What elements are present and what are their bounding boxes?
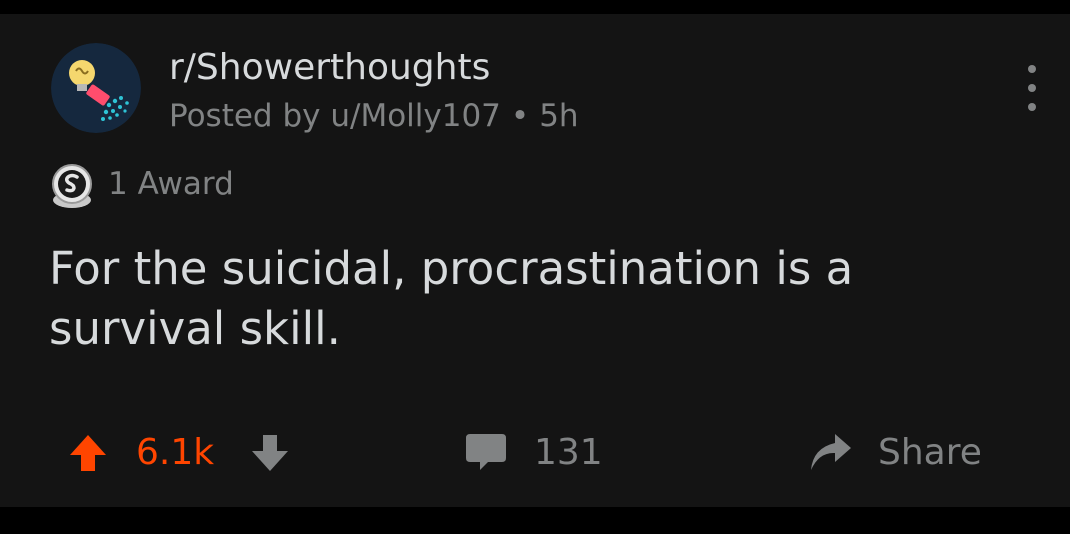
more-options-icon — [1028, 65, 1036, 73]
post-card[interactable]: r/Showerthoughts Posted by u/Molly107 • 5h… — [0, 14, 1070, 507]
downvote-arrow-icon[interactable] — [246, 429, 294, 477]
meta-separator: • — [510, 98, 530, 134]
posted-by-prefix: Posted by — [169, 98, 321, 134]
showerthoughts-avatar-icon — [51, 43, 141, 133]
more-options-dot — [1028, 103, 1036, 111]
vote-score: 6.1k — [136, 432, 215, 473]
more-options-dot — [1028, 84, 1036, 92]
subreddit-name[interactable]: r/Showerthoughts — [169, 46, 490, 90]
share-button[interactable]: Share — [878, 431, 982, 475]
silver-award-icon[interactable] — [49, 162, 95, 210]
comment-count[interactable]: 131 — [534, 431, 603, 475]
comment-bubble-icon[interactable] — [462, 428, 510, 476]
share-arrow-icon[interactable] — [805, 426, 855, 476]
post-age: 5h — [539, 98, 579, 134]
upvote-arrow-icon[interactable] — [64, 429, 112, 477]
author-link[interactable]: u/Molly107 — [330, 98, 501, 134]
awards-count[interactable]: 1 Award — [108, 164, 234, 204]
more-options-button[interactable] — [1016, 63, 1048, 113]
subreddit-avatar[interactable] — [51, 43, 141, 133]
post-meta: Posted by u/Molly107 • 5h — [169, 96, 579, 136]
post-title[interactable]: For the suicidal, procrastination is a s… — [49, 239, 1029, 359]
